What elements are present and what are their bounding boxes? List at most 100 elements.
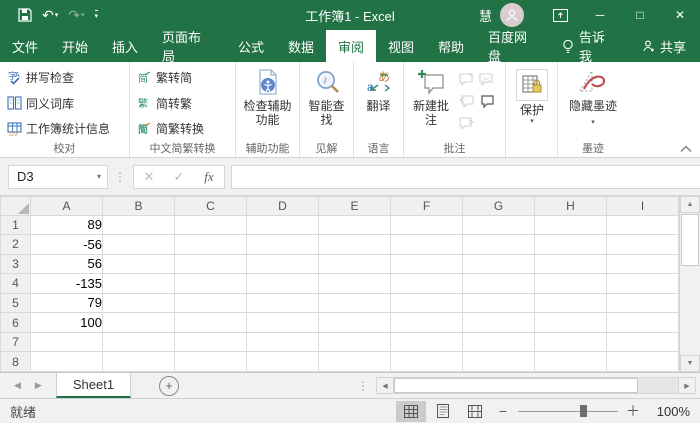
tell-me-button[interactable]: 告诉我 <box>552 30 628 62</box>
show-all-comments-icon[interactable] <box>479 95 494 108</box>
cell-G3[interactable] <box>463 254 535 274</box>
column-header-B[interactable]: B <box>103 197 175 216</box>
cell-D8[interactable] <box>247 352 319 372</box>
new-comment-button[interactable]: 新建批注 <box>408 65 454 141</box>
cell-A5[interactable]: 79 <box>31 293 103 313</box>
cell-H1[interactable] <box>535 215 607 235</box>
zoom-in-button[interactable]: ＋ <box>622 401 644 421</box>
save-button[interactable] <box>14 2 36 28</box>
tab-data[interactable]: 数据 <box>276 30 326 62</box>
cell-E8[interactable] <box>319 352 391 372</box>
show-hide-comment-icon[interactable] <box>479 73 494 86</box>
tab-page-layout[interactable]: 页面布局 <box>150 30 226 62</box>
cell-C4[interactable] <box>175 274 247 294</box>
cell-B4[interactable] <box>103 274 175 294</box>
horizontal-scroll-thumb[interactable] <box>394 378 638 393</box>
page-break-preview-button[interactable] <box>460 401 490 422</box>
zoom-level[interactable]: 100% <box>646 404 690 419</box>
cell-F5[interactable] <box>391 293 463 313</box>
cell-F8[interactable] <box>391 352 463 372</box>
name-box[interactable]: D3 ▾ <box>8 165 108 189</box>
zoom-slider-thumb[interactable] <box>580 405 587 417</box>
cell-F1[interactable] <box>391 215 463 235</box>
scroll-left-button[interactable]: ◀ <box>376 377 394 394</box>
tab-view[interactable]: 视图 <box>376 30 426 62</box>
tab-scroll-splitter[interactable]: ⋮ <box>357 379 370 393</box>
zoom-slider[interactable] <box>518 404 618 418</box>
cell-D1[interactable] <box>247 215 319 235</box>
cell-E4[interactable] <box>319 274 391 294</box>
next-sheet-button[interactable]: ▶ <box>35 380 42 391</box>
tab-formulas[interactable]: 公式 <box>226 30 276 62</box>
horizontal-scrollbar[interactable]: ◀ ▶ <box>376 377 696 394</box>
tab-insert[interactable]: 插入 <box>100 30 150 62</box>
cell-H3[interactable] <box>535 254 607 274</box>
delete-comment-icon[interactable] <box>459 73 474 86</box>
column-header-D[interactable]: D <box>247 197 319 216</box>
column-header-G[interactable]: G <box>463 197 535 216</box>
minimize-button[interactable]: ─ <box>580 0 620 30</box>
customize-qat-button[interactable]: ▾ <box>91 2 103 28</box>
cell-B3[interactable] <box>103 254 175 274</box>
traditional-to-simplified-button[interactable]: 简 繁转简 <box>134 67 231 88</box>
next-comment-icon[interactable] <box>459 117 474 130</box>
cell-A6[interactable]: 100 <box>31 313 103 333</box>
tab-review[interactable]: 审阅 <box>326 30 376 62</box>
cancel-entry-button[interactable]: ✕ <box>134 169 164 185</box>
normal-view-button[interactable] <box>396 401 426 422</box>
cell-B8[interactable] <box>103 352 175 372</box>
column-header-E[interactable]: E <box>319 197 391 216</box>
cell-D6[interactable] <box>247 313 319 333</box>
row-header-8[interactable]: 8 <box>1 352 31 372</box>
redo-button[interactable]: ↷ ▾ <box>64 2 88 28</box>
cell-H4[interactable] <box>535 274 607 294</box>
cell-B5[interactable] <box>103 293 175 313</box>
spell-check-button[interactable]: 字A 拼写检查 <box>4 67 125 88</box>
cell-H5[interactable] <box>535 293 607 313</box>
thesaurus-button[interactable]: 同义词库 <box>4 93 125 114</box>
simplified-traditional-convert-button[interactable]: 简 简繁转换 <box>134 118 231 139</box>
vertical-scrollbar[interactable]: ▲ ▼ <box>679 196 700 372</box>
collapse-ribbon-button[interactable] <box>680 145 692 153</box>
cell-F6[interactable] <box>391 313 463 333</box>
cell-I1[interactable] <box>607 215 679 235</box>
scroll-up-button[interactable]: ▲ <box>680 196 700 213</box>
cell-C8[interactable] <box>175 352 247 372</box>
share-button[interactable]: 共享 <box>628 30 700 62</box>
cell-I3[interactable] <box>607 254 679 274</box>
row-header-3[interactable]: 3 <box>1 254 31 274</box>
cell-E3[interactable] <box>319 254 391 274</box>
cell-I7[interactable] <box>607 332 679 352</box>
cell-E1[interactable] <box>319 215 391 235</box>
scroll-down-button[interactable]: ▼ <box>680 355 700 372</box>
cell-E5[interactable] <box>319 293 391 313</box>
cell-G4[interactable] <box>463 274 535 294</box>
cell-I2[interactable] <box>607 235 679 255</box>
cell-F4[interactable] <box>391 274 463 294</box>
maximize-button[interactable]: □ <box>620 0 660 30</box>
formula-input[interactable] <box>231 165 700 189</box>
cell-C1[interactable] <box>175 215 247 235</box>
cell-B2[interactable] <box>103 235 175 255</box>
cell-I4[interactable] <box>607 274 679 294</box>
cell-G6[interactable] <box>463 313 535 333</box>
column-header-F[interactable]: F <box>391 197 463 216</box>
tab-file[interactable]: 文件 <box>0 30 50 62</box>
cell-F7[interactable] <box>391 332 463 352</box>
cell-B1[interactable] <box>103 215 175 235</box>
column-header-C[interactable]: C <box>175 197 247 216</box>
previous-comment-icon[interactable] <box>459 95 474 108</box>
scroll-right-button[interactable]: ▶ <box>678 377 696 394</box>
cell-G8[interactable] <box>463 352 535 372</box>
cell-D2[interactable] <box>247 235 319 255</box>
cell-B6[interactable] <box>103 313 175 333</box>
cell-H2[interactable] <box>535 235 607 255</box>
cell-C5[interactable] <box>175 293 247 313</box>
previous-sheet-button[interactable]: ◀ <box>14 380 21 391</box>
formula-bar-splitter[interactable]: ⋮ <box>114 170 127 184</box>
simplified-to-traditional-button[interactable]: 繁 简转繁 <box>134 93 231 114</box>
zoom-out-button[interactable]: − <box>492 403 514 419</box>
cell-G7[interactable] <box>463 332 535 352</box>
cell-C2[interactable] <box>175 235 247 255</box>
cell-I5[interactable] <box>607 293 679 313</box>
